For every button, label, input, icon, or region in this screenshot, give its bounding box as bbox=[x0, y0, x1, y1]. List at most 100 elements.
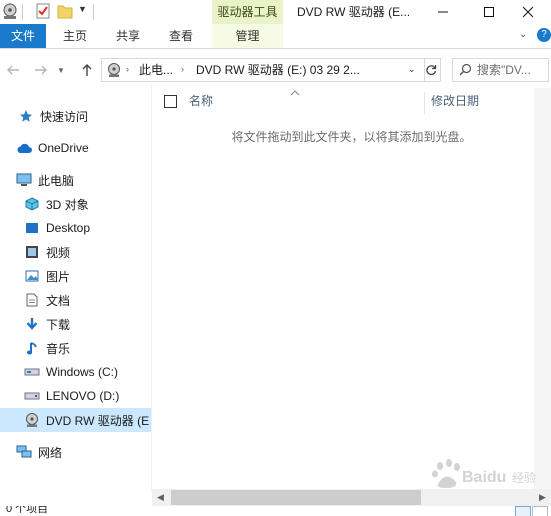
refresh-icon bbox=[426, 65, 437, 76]
refresh-button[interactable] bbox=[422, 58, 441, 82]
chevron-down-icon: ▼ bbox=[57, 65, 65, 75]
nav-item-downloads[interactable]: 下载 bbox=[0, 312, 151, 336]
video-icon bbox=[24, 244, 40, 260]
nav-item-label: 3D 对象 bbox=[46, 197, 89, 212]
nav-item-label: 图片 bbox=[46, 269, 71, 284]
scroll-left-icon[interactable]: ◀ bbox=[152, 489, 169, 506]
drive-tools-label: 驱动器工具 bbox=[212, 0, 283, 24]
window-title: DVD RW 驱动器 (E... bbox=[297, 5, 411, 19]
nav-item-label: 视频 bbox=[46, 245, 71, 260]
tab-manage[interactable]: 管理 bbox=[212, 24, 283, 48]
vertical-scrollbar[interactable] bbox=[534, 88, 551, 489]
tab-home[interactable]: 主页 bbox=[57, 24, 93, 48]
forward-arrow-icon bbox=[35, 65, 47, 75]
search-box[interactable]: 搜索"DV... bbox=[452, 58, 549, 82]
back-button[interactable] bbox=[2, 59, 24, 81]
separator bbox=[22, 4, 23, 20]
nav-item-windows-c[interactable]: Windows (C:) bbox=[0, 360, 151, 384]
nav-item-documents[interactable]: 文档 bbox=[0, 288, 151, 312]
back-arrow-icon bbox=[7, 65, 19, 75]
nav-item-lenovo-d[interactable]: LENOVO (D:) bbox=[0, 384, 151, 408]
nav-item-onedrive[interactable]: OneDrive bbox=[0, 136, 151, 160]
cube-icon bbox=[24, 196, 40, 212]
nav-item-label: LENOVO (D:) bbox=[46, 389, 120, 403]
nav-item-this-pc[interactable]: 此电脑 bbox=[0, 168, 151, 192]
maximize-icon bbox=[484, 7, 494, 17]
nav-item-desktop[interactable]: Desktop bbox=[0, 216, 151, 240]
nav-item-quick-access[interactable]: 快速访问 bbox=[0, 104, 151, 128]
nav-item-label: 此电脑 bbox=[38, 173, 75, 188]
close-button[interactable] bbox=[505, 0, 551, 24]
status-bar: 0 个项目 bbox=[0, 506, 551, 516]
item-count: 0 个项目 bbox=[6, 506, 49, 515]
cloud-icon bbox=[16, 140, 32, 156]
minimize-button[interactable] bbox=[420, 0, 466, 24]
column-header: 名称 修改日期 bbox=[152, 88, 551, 114]
up-button[interactable] bbox=[76, 59, 98, 81]
document-icon bbox=[24, 292, 40, 308]
navigation-pane: 快速访问 OneDrive 此电脑 3D 对象 Desktop 视频 图片 文档… bbox=[0, 92, 151, 492]
close-icon bbox=[522, 6, 534, 18]
computer-icon bbox=[16, 172, 32, 188]
svg-text:Baidu: Baidu bbox=[462, 469, 506, 486]
drive-icon bbox=[24, 388, 40, 404]
scroll-thumb[interactable] bbox=[171, 490, 421, 505]
collapse-ribbon-icon[interactable]: ⌄ bbox=[519, 29, 527, 40]
select-all-checkbox[interactable] bbox=[164, 95, 177, 108]
new-folder-icon[interactable] bbox=[57, 2, 73, 20]
download-icon bbox=[24, 316, 40, 332]
picture-icon bbox=[24, 268, 40, 284]
pane-divider[interactable] bbox=[151, 84, 152, 492]
properties-icon[interactable] bbox=[35, 2, 51, 20]
nav-item-label: 文档 bbox=[46, 293, 71, 308]
column-separator[interactable] bbox=[424, 92, 425, 114]
address-bar[interactable]: › 此电... › DVD RW 驱动器 (E:) 03 29 2... ⌄ bbox=[101, 58, 425, 82]
minimize-icon bbox=[438, 11, 448, 13]
nav-item-label: Windows (C:) bbox=[46, 365, 119, 379]
breadcrumb-this-pc[interactable]: 此电... bbox=[139, 59, 173, 81]
help-icon[interactable]: ? bbox=[537, 28, 551, 42]
separator bbox=[93, 4, 94, 20]
nav-item-label: Desktop bbox=[46, 221, 91, 235]
star-icon bbox=[18, 108, 34, 124]
column-date-modified[interactable]: 修改日期 bbox=[431, 88, 479, 114]
up-arrow-icon bbox=[82, 64, 92, 76]
nav-item-label: OneDrive bbox=[38, 141, 89, 155]
tab-file[interactable]: 文件 bbox=[0, 24, 46, 48]
dvd-drive-icon bbox=[106, 62, 122, 81]
nav-item-label: 下载 bbox=[46, 317, 71, 332]
breadcrumb-chevron-icon[interactable]: › bbox=[126, 64, 129, 74]
tab-share[interactable]: 共享 bbox=[110, 24, 146, 48]
breadcrumb-dvd-drive[interactable]: DVD RW 驱动器 (E:) 03 29 2... bbox=[196, 59, 360, 81]
nav-item-videos[interactable]: 视频 bbox=[0, 240, 151, 264]
music-icon bbox=[24, 340, 40, 356]
nav-item-pictures[interactable]: 图片 bbox=[0, 264, 151, 288]
column-name[interactable]: 名称 bbox=[189, 88, 213, 114]
nav-item-label: 网络 bbox=[38, 445, 63, 460]
large-icons-view-icon[interactable] bbox=[532, 506, 548, 516]
search-input[interactable]: 搜索"DV... bbox=[477, 59, 531, 81]
details-view-icon[interactable] bbox=[515, 506, 531, 516]
tab-view[interactable]: 查看 bbox=[163, 24, 199, 48]
forward-button[interactable] bbox=[30, 59, 52, 81]
ribbon-tabs: 文件 主页 共享 查看 管理 ⌄ ? bbox=[0, 24, 551, 49]
customize-toolbar-icon[interactable]: ▼ bbox=[78, 4, 87, 14]
nav-item-dvd-drive[interactable]: DVD RW 驱动器 (E bbox=[0, 408, 151, 432]
breadcrumb-chevron-icon[interactable]: › bbox=[181, 64, 184, 74]
baidu-watermark-logo: Baidu 经验 bbox=[424, 452, 548, 492]
nav-item-network[interactable]: 网络 bbox=[0, 440, 151, 464]
address-dropdown-icon[interactable]: ⌄ bbox=[408, 64, 416, 75]
nav-item-3d-objects[interactable]: 3D 对象 bbox=[0, 192, 151, 216]
recent-locations-button[interactable]: ▼ bbox=[54, 59, 68, 81]
nav-item-label: 快速访问 bbox=[40, 109, 89, 124]
desktop-icon bbox=[24, 220, 40, 236]
dvd-drive-icon bbox=[2, 2, 18, 20]
nav-item-music[interactable]: 音乐 bbox=[0, 336, 151, 360]
empty-folder-message: 将文件拖动到此文件夹，以将其添加到光盘。 bbox=[231, 130, 472, 144]
title-bar: ▼ 驱动器工具 DVD RW 驱动器 (E... bbox=[0, 0, 551, 24]
drive-icon bbox=[24, 364, 40, 380]
network-icon bbox=[16, 444, 32, 460]
sort-caret-icon bbox=[290, 86, 300, 96]
dvd-icon bbox=[24, 412, 40, 428]
nav-item-label: 音乐 bbox=[46, 341, 71, 356]
